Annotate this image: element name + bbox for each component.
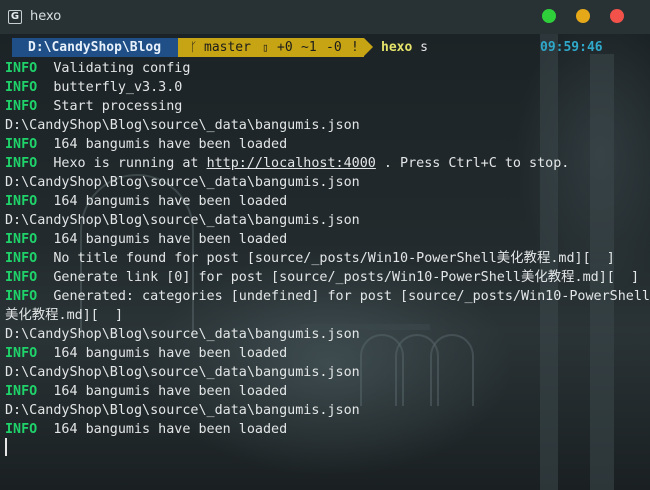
output-line: D:\CandyShop\Blog\source\_data\bangumis.…	[5, 211, 650, 230]
output-text: D:\CandyShop\Blog\source\_data\bangumis.…	[5, 213, 360, 228]
git-deleted: -0	[326, 40, 342, 55]
log-level-tag: INFO	[5, 61, 38, 76]
output-line: D:\CandyShop\Blog\source\_data\bangumis.…	[5, 173, 650, 192]
command-name: hexo	[381, 40, 413, 55]
minimize-button[interactable]	[542, 9, 556, 23]
output-text: 164 bangumis have been loaded	[37, 384, 288, 399]
output-text: 164 bangumis have been loaded	[37, 137, 288, 152]
window-title: hexo	[30, 9, 62, 24]
prompt-line: D:\CandyShop\Blog ᚴ master ▯ +0 ~1 -0 ! …	[0, 38, 650, 57]
prompt-path-segment: D:\CandyShop\Blog	[12, 38, 180, 57]
output-line: D:\CandyShop\Blog\source\_data\bangumis.…	[5, 116, 650, 135]
git-status-icon: ▯	[262, 41, 269, 54]
git-branch: master	[204, 40, 251, 55]
output-text: butterfly_v3.3.0	[37, 80, 183, 95]
prompt-path: D:\CandyShop\Blog	[28, 40, 162, 55]
git-added: +0	[277, 40, 293, 55]
output-line: INFO butterfly_v3.3.0	[5, 78, 650, 97]
text-cursor	[5, 438, 7, 456]
output-line: 美化教程.md][ ]	[5, 306, 650, 325]
close-button[interactable]	[610, 9, 624, 23]
output-line: INFO No title found for post [source/_po…	[5, 249, 650, 268]
output-text: Hexo is running at	[37, 156, 207, 171]
output-text: 164 bangumis have been loaded	[37, 346, 288, 361]
terminal-window: G hexo D:\CandyShop\Blog ᚴ master ▯ +0 ~…	[0, 0, 650, 490]
output-text: D:\CandyShop\Blog\source\_data\bangumis.…	[5, 175, 360, 190]
git-dirty-flag: !	[351, 40, 359, 55]
output-line: INFO 164 bangumis have been loaded	[5, 382, 650, 401]
output-line: INFO Hexo is running at http://localhost…	[5, 154, 650, 173]
output-line: INFO 164 bangumis have been loaded	[5, 135, 650, 154]
output-line: INFO Validating config	[5, 59, 650, 78]
powerline-separator-icon	[364, 38, 373, 56]
command-argument: s	[420, 40, 428, 55]
branch-icon: ᚴ	[190, 40, 198, 54]
output-line: INFO 164 bangumis have been loaded	[5, 420, 650, 439]
git-modified: ~1	[301, 40, 317, 55]
log-level-tag: INFO	[5, 137, 38, 152]
log-level-tag: INFO	[5, 346, 38, 361]
log-level-tag: INFO	[5, 289, 38, 304]
log-level-tag: INFO	[5, 232, 38, 247]
output-line: INFO 164 bangumis have been loaded	[5, 230, 650, 249]
output-line: D:\CandyShop\Blog\source\_data\bangumis.…	[5, 401, 650, 420]
log-level-tag: INFO	[5, 384, 38, 399]
maximize-button[interactable]	[576, 9, 590, 23]
title-bar[interactable]: G hexo	[0, 0, 650, 34]
entered-command: hexo s	[381, 38, 428, 57]
prompt-time: 09:59:46	[540, 40, 603, 55]
output-text: 164 bangumis have been loaded	[37, 194, 288, 209]
log-level-tag: INFO	[5, 156, 38, 171]
output-text: 美化教程.md][ ]	[5, 308, 124, 323]
output-text: 164 bangumis have been loaded	[37, 232, 288, 247]
output-text: D:\CandyShop\Blog\source\_data\bangumis.…	[5, 327, 360, 342]
log-level-tag: INFO	[5, 422, 38, 437]
output-text: D:\CandyShop\Blog\source\_data\bangumis.…	[5, 403, 360, 418]
prompt-git-segment: ᚴ master ▯ +0 ~1 -0 !	[178, 38, 364, 57]
output-text: No title found for post [source/_posts/W…	[37, 251, 615, 266]
output-line: INFO 164 bangumis have been loaded	[5, 192, 650, 211]
output-text: Start processing	[37, 99, 183, 114]
log-level-tag: INFO	[5, 80, 38, 95]
log-level-tag: INFO	[5, 251, 38, 266]
output-line: D:\CandyShop\Blog\source\_data\bangumis.…	[5, 363, 650, 382]
terminal-output[interactable]: INFO Validating config INFO butterfly_v3.…	[5, 59, 650, 439]
output-line: INFO Start processing	[5, 97, 650, 116]
output-line: INFO 164 bangumis have been loaded	[5, 344, 650, 363]
output-text: Validating config	[37, 61, 191, 76]
terminal-app-icon: G	[8, 10, 22, 24]
server-url-link[interactable]: http://localhost:4000	[207, 156, 376, 171]
output-line: INFO Generated: categories [undefined] f…	[5, 287, 650, 306]
output-text: D:\CandyShop\Blog\source\_data\bangumis.…	[5, 365, 360, 380]
log-level-tag: INFO	[5, 194, 38, 209]
output-line: D:\CandyShop\Blog\source\_data\bangumis.…	[5, 325, 650, 344]
output-line: INFO Generate link [0] for post [source/…	[5, 268, 650, 287]
log-level-tag: INFO	[5, 270, 38, 285]
output-text: Generated: categories [undefined] for po…	[37, 289, 650, 304]
output-text: Generate link [0] for post [source/_post…	[37, 270, 640, 285]
output-text: . Press Ctrl+C to stop.	[375, 156, 570, 171]
output-text: D:\CandyShop\Blog\source\_data\bangumis.…	[5, 118, 360, 133]
log-level-tag: INFO	[5, 99, 38, 114]
output-text: 164 bangumis have been loaded	[37, 422, 288, 437]
